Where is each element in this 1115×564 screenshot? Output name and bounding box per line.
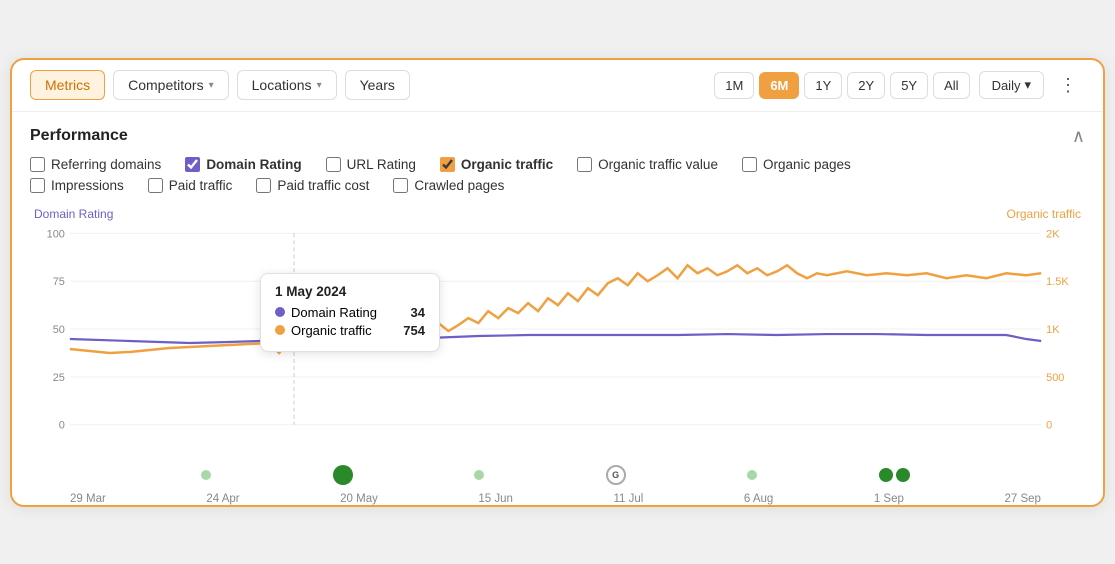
svg-text:0: 0 bbox=[59, 419, 65, 431]
tooltip-date: 1 May 2024 bbox=[275, 284, 425, 299]
timeline-dot-1 bbox=[201, 470, 211, 480]
svg-text:100: 100 bbox=[47, 228, 65, 240]
svg-text:0: 0 bbox=[1046, 419, 1052, 431]
locations-tab[interactable]: Locations ▾ bbox=[237, 70, 337, 100]
collapse-button[interactable]: ∧ bbox=[1072, 126, 1085, 147]
time-1m[interactable]: 1M bbox=[714, 72, 754, 99]
x-label-4: 15 Jun bbox=[478, 493, 513, 505]
svg-text:500: 500 bbox=[1046, 371, 1064, 383]
top-bar-right: 1M 6M 1Y 2Y 5Y All Daily ▾ ⋮ bbox=[714, 70, 1085, 101]
chart-area: Domain Rating Organic traffic 100 75 50 … bbox=[12, 203, 1103, 505]
tooltip-value-ot: 754 bbox=[403, 323, 425, 338]
tooltip-label-dr: Domain Rating bbox=[291, 305, 377, 320]
competitors-chevron: ▾ bbox=[209, 80, 214, 91]
cb-impressions[interactable]: Impressions bbox=[30, 178, 124, 193]
cb-organic-traffic-value[interactable]: Organic traffic value bbox=[577, 157, 718, 172]
timeline-dot-5a bbox=[879, 468, 893, 482]
organic-traffic-line bbox=[70, 265, 1041, 353]
checkbox-row-1: Referring domains Domain Rating URL Rati… bbox=[12, 155, 1103, 176]
cb-referring-domains[interactable]: Referring domains bbox=[30, 157, 161, 172]
x-label-7: 1 Sep bbox=[874, 493, 904, 505]
timeline-dot-3 bbox=[474, 470, 484, 480]
x-axis-labels: 29 Mar 24 Apr 20 May 15 Jun 11 Jul 6 Aug… bbox=[30, 489, 1085, 505]
svg-text:2K: 2K bbox=[1046, 228, 1060, 240]
timeline-dot-2 bbox=[333, 465, 353, 485]
cb-paid-traffic[interactable]: Paid traffic bbox=[148, 178, 233, 193]
top-bar-left: Metrics Competitors ▾ Locations ▾ Years bbox=[30, 70, 410, 100]
x-label-8: 27 Sep bbox=[1004, 493, 1040, 505]
chart-svg: 100 75 50 25 0 2K 1.5K 1K 500 0 bbox=[30, 223, 1085, 463]
svg-text:1K: 1K bbox=[1046, 324, 1060, 336]
daily-chevron: ▾ bbox=[1024, 77, 1031, 93]
svg-text:25: 25 bbox=[53, 371, 65, 383]
cb-domain-rating[interactable]: Domain Rating bbox=[185, 157, 301, 172]
time-1y[interactable]: 1Y bbox=[804, 72, 842, 99]
locations-chevron: ▾ bbox=[317, 80, 322, 91]
tooltip-dot-purple bbox=[275, 307, 285, 317]
timeline-dot-pair bbox=[879, 468, 910, 482]
x-label-5: 11 Jul bbox=[613, 493, 643, 505]
cb-paid-traffic-cost[interactable]: Paid traffic cost bbox=[256, 178, 369, 193]
svg-text:50: 50 bbox=[53, 324, 65, 336]
tooltip-label-ot: Organic traffic bbox=[291, 323, 372, 338]
x-label-6: 6 Aug bbox=[744, 493, 773, 505]
chart-axis-labels: Domain Rating Organic traffic bbox=[30, 207, 1085, 221]
time-all[interactable]: All bbox=[933, 72, 969, 99]
timeline-dot-4 bbox=[747, 470, 757, 480]
tooltip-dot-orange bbox=[275, 325, 285, 335]
tooltip-row-ot: Organic traffic 754 bbox=[275, 323, 425, 338]
svg-text:1.5K: 1.5K bbox=[1046, 276, 1069, 288]
timeline-dot-5b bbox=[896, 468, 910, 482]
time-6m[interactable]: 6M bbox=[759, 72, 799, 99]
cb-organic-pages[interactable]: Organic pages bbox=[742, 157, 851, 172]
time-5y[interactable]: 5Y bbox=[890, 72, 928, 99]
timeline-dots-row: G bbox=[30, 463, 1085, 485]
chart-svg-wrapper: 100 75 50 25 0 2K 1.5K 1K 500 0 bbox=[30, 223, 1085, 463]
metrics-tab[interactable]: Metrics bbox=[30, 70, 105, 100]
tooltip-value-dr: 34 bbox=[411, 305, 425, 320]
x-label-2: 24 Apr bbox=[206, 493, 239, 505]
tooltip-row-dr: Domain Rating 34 bbox=[275, 305, 425, 320]
x-label-1: 29 Mar bbox=[70, 493, 106, 505]
top-bar: Metrics Competitors ▾ Locations ▾ Years … bbox=[12, 60, 1103, 112]
cb-organic-traffic[interactable]: Organic traffic bbox=[440, 157, 553, 172]
cb-crawled-pages[interactable]: Crawled pages bbox=[393, 178, 504, 193]
domain-rating-line bbox=[70, 330, 1041, 343]
daily-dropdown[interactable]: Daily ▾ bbox=[979, 71, 1044, 99]
x-label-3: 20 May bbox=[340, 493, 378, 505]
chart-tooltip: 1 May 2024 Domain Rating 34 Organic traf… bbox=[260, 273, 440, 352]
years-tab[interactable]: Years bbox=[345, 70, 410, 100]
checkbox-row-2: Impressions Paid traffic Paid traffic co… bbox=[12, 176, 1103, 197]
competitors-tab[interactable]: Competitors ▾ bbox=[113, 70, 229, 100]
performance-title: Performance bbox=[30, 127, 128, 145]
chart-left-label: Domain Rating bbox=[34, 207, 113, 221]
performance-header: Performance ∧ bbox=[12, 112, 1103, 155]
cb-url-rating[interactable]: URL Rating bbox=[326, 157, 416, 172]
time-2y[interactable]: 2Y bbox=[847, 72, 885, 99]
more-options-button[interactable]: ⋮ bbox=[1051, 70, 1085, 101]
timeline-dot-google: G bbox=[606, 465, 626, 485]
svg-text:75: 75 bbox=[53, 276, 65, 288]
main-card: Metrics Competitors ▾ Locations ▾ Years … bbox=[10, 58, 1105, 507]
chart-right-label: Organic traffic bbox=[1007, 207, 1081, 221]
